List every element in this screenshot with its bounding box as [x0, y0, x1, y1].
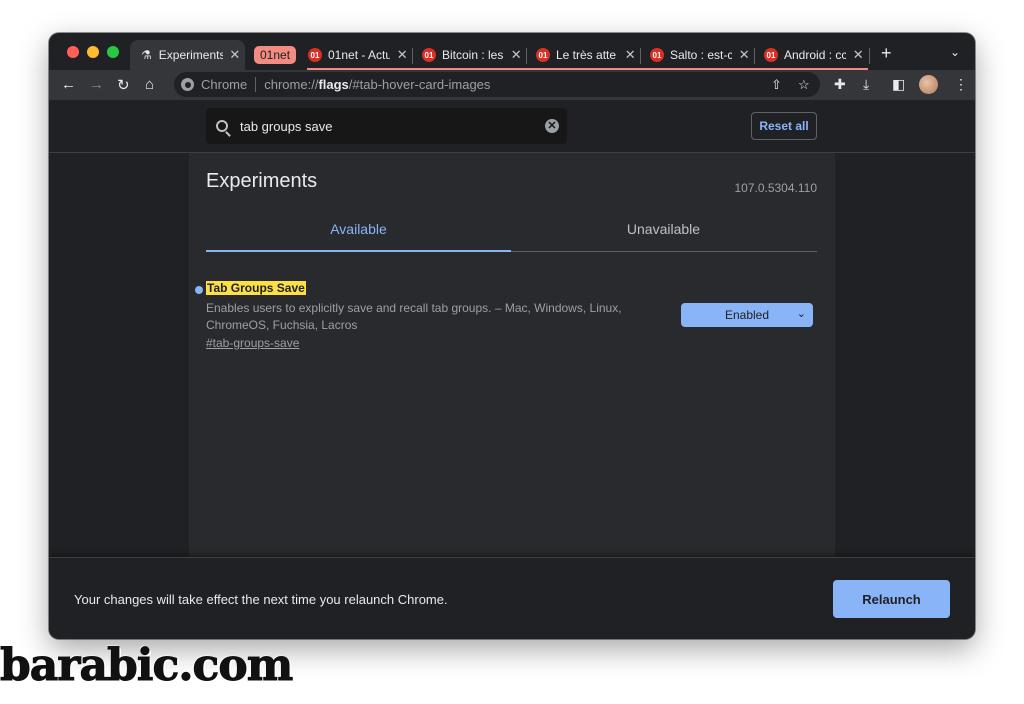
- tab-title: Experiments: [158, 48, 223, 62]
- download-icon[interactable]: ⤓: [863, 76, 869, 93]
- tab-group-chip[interactable]: 01net: [254, 46, 297, 64]
- tab-title: Android : cc: [784, 48, 847, 62]
- url-scheme: chrome://: [264, 77, 319, 92]
- clear-search-icon[interactable]: ✕: [545, 119, 559, 133]
- search-input[interactable]: [238, 117, 542, 135]
- flag-name: Tab Groups Save: [206, 281, 306, 295]
- flag-description: Enables users to explicitly save and rec…: [206, 301, 622, 332]
- tab-separator: [526, 48, 527, 64]
- flag-permalink[interactable]: #tab-groups-save: [206, 336, 299, 350]
- flask-icon: ⚗: [141, 48, 152, 62]
- reload-icon[interactable]: ↻: [117, 76, 130, 94]
- flag-state-select[interactable]: Enabled ⌄: [681, 303, 813, 327]
- minimize-window-button[interactable]: [87, 46, 99, 58]
- share-icon[interactable]: ⇧: [771, 77, 782, 93]
- url-path: /#tab-hover-card-images: [348, 77, 491, 92]
- tab-title: Salto : est-c: [670, 48, 733, 62]
- tab-unavailable[interactable]: Unavailable: [511, 221, 816, 237]
- home-icon[interactable]: ⌂: [145, 76, 154, 93]
- experiments-panel: Experiments 107.0.5304.110 Available Una…: [189, 153, 835, 557]
- tab-search-chevron-icon[interactable]: ⌄: [950, 45, 960, 59]
- relaunch-message: Your changes will take effect the next t…: [74, 592, 448, 607]
- 01net-icon: 01: [650, 48, 664, 62]
- 01net-icon: 01: [308, 48, 322, 62]
- modified-indicator-dot: [195, 286, 203, 294]
- tab-close-icon[interactable]: ✕: [852, 47, 864, 63]
- tab-available[interactable]: Available: [206, 221, 511, 237]
- flags-page: ✕ Reset all Experiments 107.0.5304.110 A…: [49, 100, 975, 557]
- side-panel-icon[interactable]: ◧: [892, 76, 905, 93]
- tab-title: Le très atte: [556, 48, 617, 62]
- tab-strip: ⚗ Experiments ✕ 01net 01 01net - Actu ✕ …: [49, 33, 975, 70]
- site-label: Chrome: [201, 77, 248, 92]
- chevron-down-icon: ⌄: [796, 308, 806, 320]
- relaunch-button[interactable]: Relaunch: [833, 580, 950, 618]
- tab-android[interactable]: 01 Android : cc ✕: [764, 40, 864, 70]
- site-watermark: barabic.com: [0, 640, 294, 692]
- flags-header: ✕ Reset all: [49, 100, 975, 153]
- tab-close-icon[interactable]: ✕: [624, 47, 636, 63]
- window-controls: [67, 46, 119, 58]
- tab-separator: [869, 48, 870, 64]
- version-label: 107.0.5304.110: [734, 181, 817, 195]
- search-icon: [216, 120, 228, 132]
- flag-state-value: Enabled: [724, 308, 770, 322]
- tab-close-icon[interactable]: ✕: [229, 47, 241, 63]
- tab-separator: [412, 48, 413, 64]
- profile-avatar[interactable]: [919, 75, 938, 94]
- toolbar: ← → ↻ ⌂ Chrome chrome:// flags /#tab-hov…: [49, 70, 975, 100]
- tab-close-icon[interactable]: ✕: [396, 47, 408, 63]
- tab-01net[interactable]: 01 01net - Actu ✕: [308, 40, 408, 70]
- 01net-icon: 01: [422, 48, 436, 62]
- tab-separator: [640, 48, 641, 64]
- back-arrow-icon[interactable]: ←: [61, 76, 76, 93]
- forward-arrow-icon[interactable]: →: [89, 76, 104, 93]
- address-bar[interactable]: Chrome chrome:// flags /#tab-hover-card-…: [174, 72, 820, 97]
- search-box: ✕: [206, 108, 567, 144]
- tab-bitcoin[interactable]: 01 Bitcoin : les ✕: [422, 40, 522, 70]
- tab-title: 01net - Actu: [328, 48, 391, 62]
- omnibox-separator: [255, 77, 257, 92]
- tab-salto[interactable]: 01 Salto : est-c ✕: [650, 40, 750, 70]
- 01net-icon: 01: [536, 48, 550, 62]
- active-tab-indicator: [206, 250, 511, 252]
- extensions-puzzle-icon[interactable]: ✚: [834, 76, 846, 93]
- tab-le-tres[interactable]: 01 Le très atte ✕: [536, 40, 636, 70]
- close-window-button[interactable]: [67, 46, 79, 58]
- browser-window: ⚗ Experiments ✕ 01net 01 01net - Actu ✕ …: [49, 33, 975, 639]
- relaunch-footer: Your changes will take effect the next t…: [49, 557, 975, 639]
- tab-separator: [754, 48, 755, 64]
- 01net-icon: 01: [764, 48, 778, 62]
- reset-all-button[interactable]: Reset all: [751, 112, 817, 140]
- new-tab-plus-icon[interactable]: +: [881, 43, 892, 64]
- tab-close-icon[interactable]: ✕: [510, 47, 522, 63]
- page-title: Experiments: [206, 170, 318, 192]
- url-host: flags: [318, 77, 349, 92]
- experiments-tabs: Available Unavailable: [206, 201, 817, 252]
- bookmark-star-icon[interactable]: ☆: [798, 77, 810, 93]
- maximize-window-button[interactable]: [107, 46, 119, 58]
- more-menu-icon[interactable]: ⋮: [954, 76, 968, 93]
- tab-close-icon[interactable]: ✕: [738, 47, 750, 63]
- tab-experiments[interactable]: ⚗ Experiments ✕: [130, 40, 245, 70]
- tab-title: Bitcoin : les: [442, 48, 504, 62]
- chrome-logo-icon: [181, 78, 194, 91]
